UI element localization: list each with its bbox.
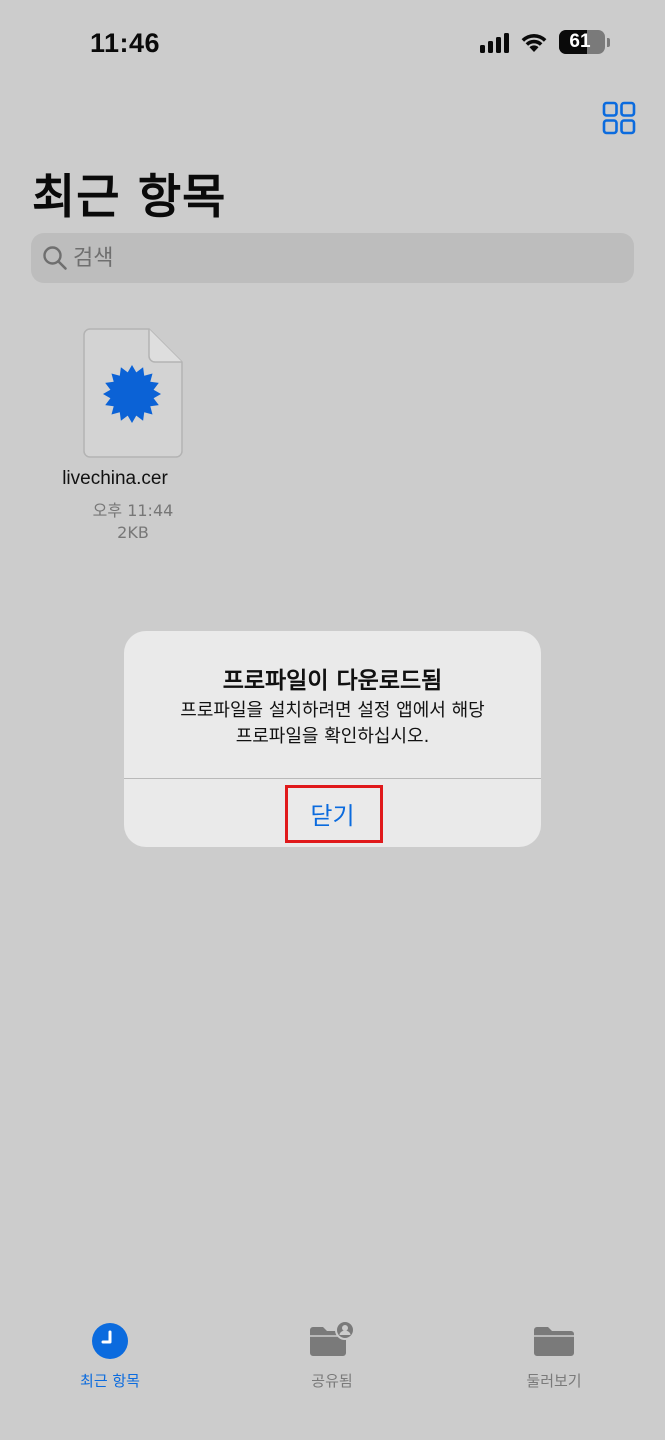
- file-size: 2KB: [117, 523, 149, 542]
- tab-browse[interactable]: 둘러보기: [489, 1320, 619, 1400]
- tab-browse-label: 둘러보기: [526, 1372, 582, 1390]
- file-item[interactable]: livechina.cer 오후 11:44 2KB: [40, 325, 230, 555]
- search-icon: [43, 246, 67, 270]
- close-button[interactable]: 닫기: [124, 779, 541, 847]
- clock-icon: [92, 1323, 128, 1359]
- tab-shared-label: 공유됨: [311, 1372, 353, 1390]
- tab-shared[interactable]: 공유됨: [267, 1320, 397, 1400]
- battery-level: 61: [569, 31, 591, 52]
- wifi-icon: [521, 33, 547, 52]
- page-title: 최근 항목: [32, 170, 227, 225]
- shared-folder-icon: [310, 1322, 355, 1356]
- profile-downloaded-alert: 프로파일이 다운로드됨 프로파일을 설치하려면 설정 앱에서 해당 프로파일을 …: [124, 631, 541, 847]
- grid-view-button[interactable]: [602, 101, 636, 135]
- tab-recents[interactable]: 최근 항목: [45, 1320, 175, 1400]
- file-date: 오후 11:44: [92, 501, 174, 520]
- battery-icon: 61: [559, 30, 605, 54]
- alert-title: 프로파일이 다운로드됨: [222, 668, 443, 694]
- tab-recents-label: 최근 항목: [80, 1372, 140, 1390]
- file-name: livechina.cer: [62, 468, 168, 489]
- status-bar: 11:46 61: [0, 0, 665, 90]
- grid-view-icon: [602, 101, 636, 135]
- tab-bar: 최근 항목 공유됨 둘러보기: [0, 1300, 665, 1440]
- folder-icon: [534, 1327, 574, 1356]
- search-input[interactable]: [73, 233, 613, 283]
- cellular-signal-icon: [480, 31, 509, 53]
- status-time: 11:46: [90, 28, 161, 58]
- status-icons: 61: [480, 30, 610, 54]
- alert-message: 프로파일을 설치하려면 설정 앱에서 해당 프로파일을 확인하십시오.: [180, 700, 485, 747]
- battery-tip: [607, 37, 610, 47]
- search-field[interactable]: [31, 233, 634, 283]
- certificate-document-icon: [83, 328, 183, 458]
- close-button-label: 닫기: [310, 801, 355, 830]
